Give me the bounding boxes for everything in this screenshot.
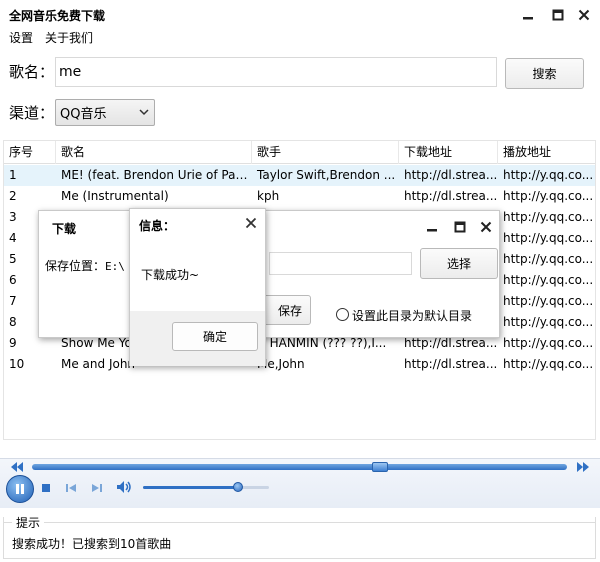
- seek-thumb[interactable]: [371, 462, 388, 472]
- cell-song: Me (Instrumental): [61, 189, 169, 203]
- search-button[interactable]: 搜索: [505, 58, 584, 89]
- col-header-download-url[interactable]: 下载地址: [399, 141, 498, 164]
- info-message: 下载成功~: [141, 268, 200, 282]
- previous-icon[interactable]: [65, 483, 77, 493]
- table-row[interactable]: 1 ME! (feat. Brendon Urie of Pan... Taylor…: [4, 165, 595, 186]
- status-message: 搜索成功！已搜索到10首歌曲: [12, 537, 172, 551]
- download-dialog-maximize[interactable]: [450, 216, 470, 238]
- cell-play-url: http://y.qq.co...: [503, 252, 594, 266]
- default-dir-label: 设置此目录为默认目录: [352, 309, 473, 323]
- seek-back-icon[interactable]: [10, 461, 24, 473]
- menu-about[interactable]: 关于我们: [43, 29, 95, 46]
- stop-icon[interactable]: [41, 483, 51, 493]
- next-icon[interactable]: [91, 483, 103, 493]
- cell-play-url: http://y.qq.co...: [503, 210, 594, 224]
- cell-play-url: http://y.qq.co...: [503, 168, 594, 182]
- cell-index: 1: [9, 168, 17, 182]
- maximize-icon: [454, 221, 466, 233]
- cell-play-url: http://y.qq.co...: [503, 273, 594, 287]
- col-header-song[interactable]: 歌名: [56, 141, 252, 164]
- save-location-text: 保存位置：: [45, 259, 106, 273]
- col-header-index[interactable]: 序号: [4, 141, 56, 164]
- cell-play-url: http://y.qq.co...: [503, 189, 594, 203]
- channel-select[interactable]: QQ音乐: [55, 99, 155, 126]
- close-icon: [578, 9, 590, 21]
- save-path-input[interactable]: [269, 252, 412, 275]
- save-path-value: E:\: [105, 260, 125, 273]
- minimize-icon: [523, 17, 533, 20]
- media-player: [0, 458, 600, 508]
- seek-forward-icon[interactable]: [576, 461, 590, 473]
- cell-download-url: http://dl.strea...: [404, 357, 498, 371]
- cell-play-url: http://y.qq.co...: [503, 294, 594, 308]
- info-dialog: 信息： 下载成功~ 确定: [129, 208, 266, 366]
- cell-play-url: http://y.qq.co...: [503, 315, 594, 329]
- volume-fill: [143, 486, 238, 489]
- cell-singer: kph: [257, 189, 280, 203]
- channel-selected-value: QQ音乐: [60, 107, 107, 122]
- song-search-input[interactable]: [55, 57, 497, 87]
- col-header-play-url[interactable]: 播放地址: [498, 141, 595, 164]
- cell-play-url: http://y.qq.co...: [503, 231, 594, 245]
- cell-singer: Me,John: [257, 357, 305, 371]
- cell-index: 2: [9, 189, 17, 203]
- save-button[interactable]: 保存: [261, 295, 311, 325]
- volume-icon[interactable]: [116, 480, 132, 494]
- close-icon: [245, 217, 257, 229]
- minimize-icon: [427, 229, 437, 232]
- close-button[interactable]: [570, 4, 598, 26]
- info-dialog-close-button[interactable]: [242, 214, 260, 232]
- choose-folder-button[interactable]: 选择: [420, 248, 498, 279]
- table-row[interactable]: 10 Me and John Me,John http://dl.strea... ht…: [4, 354, 595, 375]
- close-icon: [480, 221, 492, 233]
- menu-settings[interactable]: 设置: [7, 29, 35, 46]
- download-dialog: 下载 保存位置：E:\ 选择 保存 设置此目录为默认目录: [38, 210, 500, 338]
- cell-singer: Taylor Swift,Brendon ...: [257, 168, 396, 182]
- pause-icon: [16, 484, 24, 494]
- maximize-button[interactable]: [544, 4, 572, 26]
- chevron-down-icon: [139, 109, 149, 116]
- download-dialog-close[interactable]: [476, 216, 496, 238]
- col-header-singer[interactable]: 歌手: [252, 141, 399, 164]
- status-legend: 提示: [12, 514, 45, 531]
- cell-play-url: http://y.qq.co...: [503, 336, 594, 350]
- table-header: 序号 歌名 歌手 下载地址 播放地址: [4, 141, 595, 164]
- window-title: 全网音乐免费下载: [9, 9, 106, 23]
- cell-download-url: http://dl.strea...: [404, 168, 498, 182]
- song-name-label: 歌名：: [9, 63, 55, 81]
- volume-track[interactable]: [143, 486, 269, 489]
- download-dialog-minimize[interactable]: [422, 216, 442, 238]
- maximize-icon: [552, 9, 564, 21]
- cell-song: ME! (feat. Brendon Urie of Pan...: [61, 168, 252, 182]
- cell-index: 10: [9, 357, 25, 371]
- volume-thumb[interactable]: [232, 482, 243, 492]
- title-bar: 全网音乐免费下载: [0, 0, 600, 30]
- channel-label: 渠道：: [9, 104, 55, 122]
- minimize-button[interactable]: [514, 4, 542, 26]
- cell-download-url: http://dl.strea...: [404, 189, 498, 203]
- ok-button[interactable]: 确定: [172, 322, 258, 351]
- seek-bar[interactable]: [32, 464, 567, 470]
- save-location-label: 保存位置：E:\: [45, 257, 125, 274]
- cell-play-url: http://y.qq.co...: [503, 357, 594, 371]
- table-row[interactable]: 2 Me (Instrumental) kph http://dl.strea... h…: [4, 186, 595, 207]
- default-dir-radio[interactable]: [336, 308, 349, 321]
- download-dialog-title: 下载: [52, 222, 77, 236]
- info-dialog-title: 信息：: [139, 219, 176, 233]
- pause-button[interactable]: [6, 475, 34, 503]
